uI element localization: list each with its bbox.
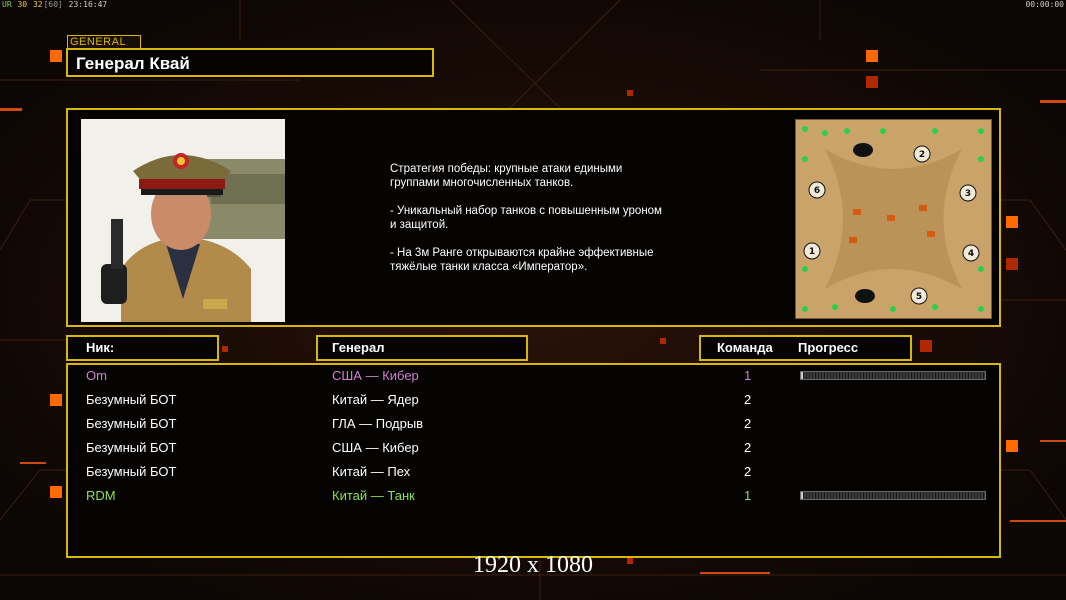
hud-value-1: 30	[17, 0, 28, 9]
player-general: ГЛА — Подрыв	[332, 416, 424, 431]
progress-bar	[800, 491, 986, 500]
header-nick: Ник:	[66, 335, 219, 361]
player-row: RDM Китай — Танк 1	[68, 485, 998, 509]
progress-fill	[801, 492, 803, 499]
header-general-label: Генерал	[332, 340, 385, 355]
header-general: Генерал	[316, 335, 528, 361]
player-nick: Безумный БОТ	[86, 440, 177, 455]
player-general: Китай — Пех	[332, 464, 411, 479]
start-position-2: 2	[919, 150, 925, 160]
progress-fill	[801, 372, 803, 379]
hud-value-2: 32	[32, 0, 43, 9]
player-team: 2	[744, 392, 752, 407]
hud-clock: 23:16:47	[68, 0, 108, 9]
map-preview[interactable]: 1 2 3 4 5 6	[795, 119, 992, 319]
player-list: Om США — Кибер 1 Безумный БОТ Китай — Яд…	[66, 363, 1001, 558]
player-team: 2	[744, 416, 752, 431]
general-title-box: Генерал Квай	[66, 48, 434, 77]
game-timer: 00:00:00	[1025, 0, 1064, 9]
header-progress-label: Прогресс	[798, 340, 859, 355]
start-position-3: 3	[965, 189, 971, 199]
player-general: Китай — Ядер	[332, 392, 419, 407]
player-team: 2	[744, 440, 752, 455]
player-team: 2	[744, 464, 752, 479]
player-general: США — Кибер	[332, 368, 419, 383]
player-row: Om США — Кибер 1	[68, 365, 998, 389]
start-position-6: 6	[814, 186, 820, 196]
player-nick: Безумный БОТ	[86, 416, 177, 431]
start-position-1: 1	[809, 247, 815, 257]
player-row: Безумный БОТ США — Кибер 2	[68, 437, 998, 461]
player-general: США — Кибер	[332, 440, 419, 455]
hud-value-3: [60]	[43, 0, 63, 9]
header-nick-label: Ник:	[86, 340, 115, 355]
general-info-panel: Стратегия победы: крупные атаки едиными …	[66, 108, 1001, 327]
player-row: Безумный БОТ Китай — Ядер 2	[68, 389, 998, 413]
progress-bar	[800, 371, 986, 380]
player-general: Китай — Танк	[332, 488, 415, 503]
player-nick: Безумный БОТ	[86, 464, 177, 479]
player-nick: Om	[86, 368, 107, 383]
player-nick: Безумный БОТ	[86, 392, 177, 407]
header-team-progress: Команда Прогресс	[699, 335, 912, 361]
player-team: 1	[744, 488, 752, 503]
player-row: Безумный БОТ ГЛА — Подрыв 2	[68, 413, 998, 437]
start-position-5: 5	[916, 292, 922, 302]
general-title: Генерал Квай	[76, 54, 190, 73]
start-position-4: 4	[968, 249, 974, 259]
hud-tag: UR	[2, 0, 12, 9]
player-row: Безумный БОТ Китай — Пех 2	[68, 461, 998, 485]
general-description: Стратегия победы: крупные атаки едиными …	[390, 163, 662, 273]
general-portrait-image	[81, 119, 285, 322]
player-nick: RDM	[86, 488, 116, 503]
player-team: 1	[744, 368, 752, 383]
fps-counter: UR 30 32[60] 23:16:47	[2, 0, 108, 9]
resolution-label: 1920 x 1080	[473, 552, 593, 578]
header-team-label: Команда	[717, 340, 773, 355]
category-tag: GENERAL	[67, 35, 141, 49]
